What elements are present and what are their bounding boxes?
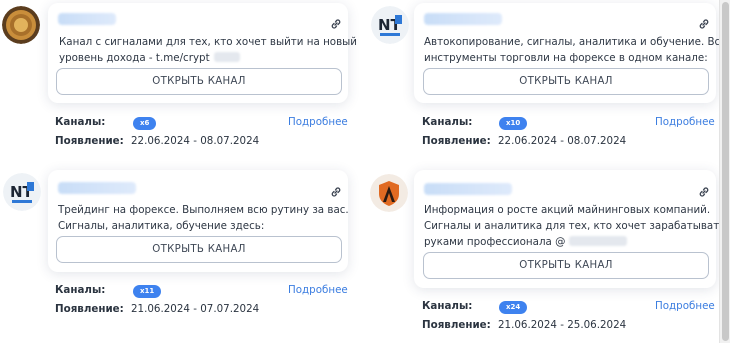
more-link[interactable]: Подробнее (288, 116, 348, 128)
channels-label: Каналы: (422, 116, 473, 128)
channel-name-hidden (424, 13, 502, 25)
nt-logo-avatar[interactable]: NT (3, 173, 41, 211)
channels-count-badge: x6 (133, 117, 157, 130)
channels-count-badge: x10 (499, 117, 528, 130)
more-link[interactable]: Подробнее (655, 300, 715, 312)
channels-count-badge: x24 (499, 301, 528, 314)
channel-list: Канал с сигналами для тех, кто хочет вый… (0, 0, 730, 343)
channel-description: Автокопирование, сигналы, аналитика и об… (424, 36, 727, 64)
more-link[interactable]: Подробнее (288, 284, 348, 296)
channels-label: Каналы: (55, 284, 106, 296)
appearance-dates: 21.06.2024 - 07.07.2024 (131, 303, 260, 315)
appearance-label: Появление: (55, 303, 124, 315)
open-channel-button[interactable]: ОТКРЫТЬ КАНАЛ (423, 252, 709, 279)
channel-description: Канал с сигналами для тех, кто хочет вый… (59, 36, 357, 64)
appearance-label: Появление: (55, 135, 124, 147)
link-icon[interactable] (330, 15, 342, 29)
appearance-label: Появление: (422, 135, 491, 147)
scrollbar-thumb[interactable] (722, 2, 729, 341)
link-icon[interactable] (698, 183, 710, 197)
channels-count-badge: x11 (133, 285, 162, 298)
channel-name-hidden (58, 13, 116, 25)
open-channel-button[interactable]: ОТКРЫТЬ КАНАЛ (423, 68, 709, 95)
appearance-label: Появление: (422, 319, 491, 331)
channels-label: Каналы: (422, 300, 473, 312)
vertical-scrollbar[interactable] (719, 0, 730, 343)
appearance-dates: 21.06.2024 - 25.06.2024 (498, 319, 627, 331)
nt-logo-avatar[interactable]: NT (371, 6, 409, 44)
open-channel-button[interactable]: ОТКРЫТЬ КАНАЛ (56, 236, 342, 263)
hidden-text (213, 52, 240, 62)
hidden-text (569, 236, 628, 246)
channel-description: Информация о росте акций майнинговых ком… (424, 204, 726, 248)
channels-label: Каналы: (55, 116, 106, 128)
more-link[interactable]: Подробнее (655, 116, 715, 128)
appearance-dates: 22.06.2024 - 08.07.2024 (498, 135, 627, 147)
gold-coin-avatar[interactable] (2, 6, 40, 44)
channel-name-hidden (58, 182, 136, 194)
open-channel-button[interactable]: ОТКРЫТЬ КАНАЛ (56, 68, 342, 95)
channel-description: Трейдинг на форексе. Выполняем всю рутин… (58, 204, 349, 232)
channel-name-hidden (424, 183, 512, 195)
shield-a-avatar[interactable] (370, 174, 408, 212)
appearance-dates: 22.06.2024 - 08.07.2024 (131, 135, 260, 147)
link-icon[interactable] (330, 183, 342, 197)
link-icon[interactable] (698, 15, 710, 29)
